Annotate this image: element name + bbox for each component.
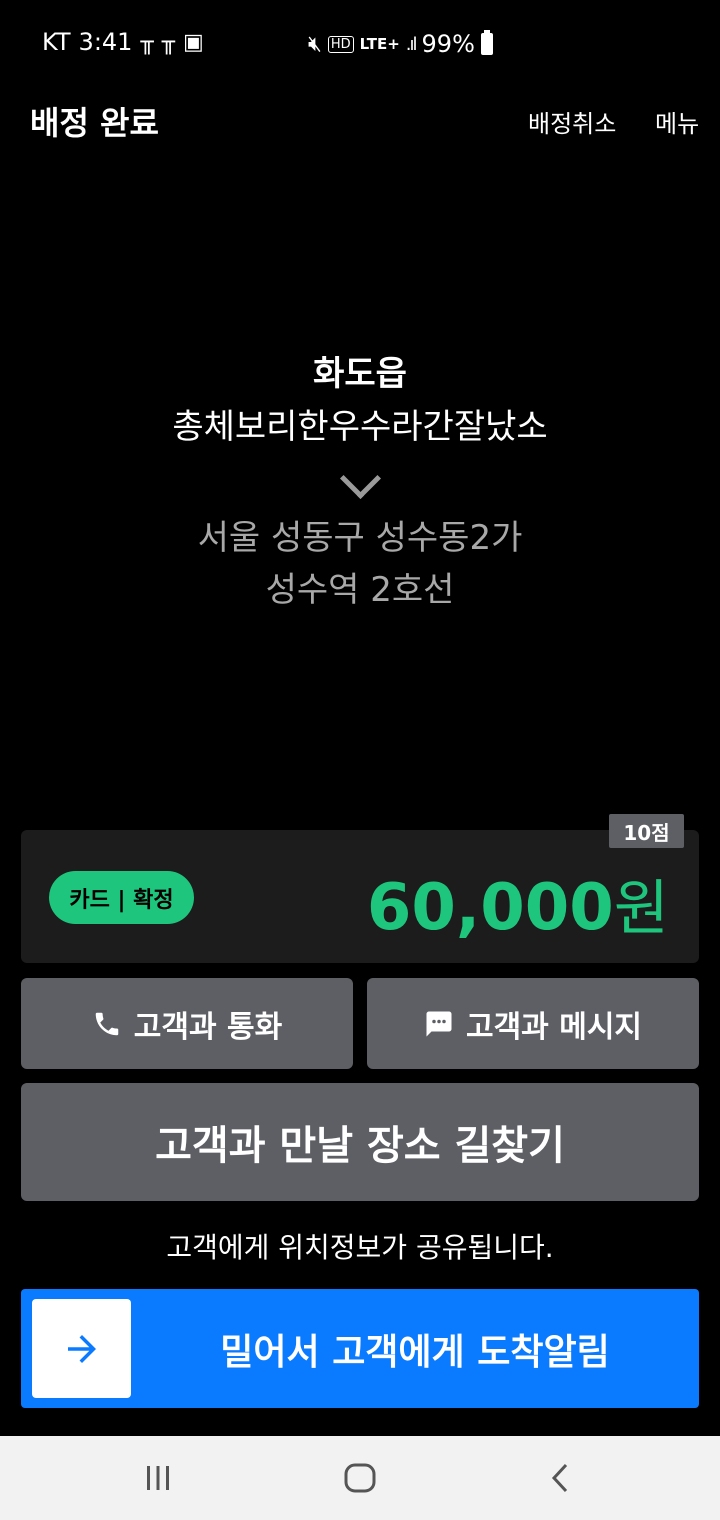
cancel-assignment-button[interactable]: 배정취소 xyxy=(528,104,616,139)
menu-button[interactable]: 메뉴 xyxy=(655,104,699,139)
status-left: KT 3:41 ╥ ╥ ▣ xyxy=(42,28,204,56)
call-label: 고객과 통화 xyxy=(133,1009,283,1045)
navigate-to-meeting-point-button[interactable]: 고객과 만날 장소 길찾기 xyxy=(21,1083,699,1201)
message-customer-button[interactable]: 고객과 메시지 xyxy=(367,978,699,1069)
payment-badge: 카드 | 확정 xyxy=(49,871,194,924)
carrier: KT xyxy=(42,28,71,56)
fare-amount: 60,000 원 xyxy=(367,860,669,947)
route-info: 화도읍 총체보리한우수라간잘났소 서울 성동구 성수동2가 성수역 2호선 xyxy=(0,348,720,616)
slide-to-notify-arrival[interactable]: 밀어서 고객에게 도착알림 xyxy=(21,1289,699,1408)
message-label: 고객과 메시지 xyxy=(465,1009,643,1045)
mute-icon: 🔇︎ xyxy=(308,31,322,57)
location-share-note: 고객에게 위치정보가 공유됩니다. xyxy=(166,1231,554,1264)
hd-icon: HD xyxy=(327,35,354,53)
notification-app-icon: ▣ xyxy=(182,29,204,55)
arrow-right-icon xyxy=(67,1334,96,1363)
battery-level: 99% xyxy=(421,30,475,58)
back-icon[interactable] xyxy=(540,1458,580,1498)
slide-label: 밀어서 고객에게 도착알림 xyxy=(220,1331,610,1373)
status-icons: 🔇︎ HD LTE+ .ıl 99% xyxy=(308,30,493,58)
network-type: LTE+ xyxy=(359,35,400,53)
phone-icon xyxy=(95,1012,119,1035)
fare-unit: 원 xyxy=(613,874,669,944)
home-icon[interactable] xyxy=(338,1458,382,1498)
slide-handle[interactable] xyxy=(32,1299,131,1398)
destination-line-1: 서울 성동구 성수동2가 xyxy=(197,518,523,558)
battery-icon xyxy=(480,30,493,55)
destination-line-2: 성수역 2호선 xyxy=(265,570,455,610)
score-badge: 10점 xyxy=(609,814,684,848)
pickup-name: 총체보리한우수라간잘났소 xyxy=(172,407,548,447)
app-header: 배정 완료 배정취소 메뉴 xyxy=(0,90,720,150)
message-icon xyxy=(426,1011,452,1036)
clock: 3:41 xyxy=(78,28,133,56)
fare-value: 60,000 xyxy=(366,871,614,945)
chevron-down-icon xyxy=(340,464,380,504)
notification-t-icon: ╥ xyxy=(140,29,154,55)
call-customer-button[interactable]: 고객과 통화 xyxy=(21,978,353,1069)
notification-t-icon: ╥ xyxy=(161,29,175,55)
status-bar: KT 3:41 ╥ ╥ ▣ 🔇︎ HD LTE+ .ıl 99% xyxy=(0,0,720,86)
pickup-area: 화도읍 xyxy=(313,354,407,394)
system-navigation-bar xyxy=(0,1436,720,1520)
recents-icon[interactable] xyxy=(138,1458,178,1498)
signal-icon: .ıl xyxy=(405,33,418,55)
fare-card: 10점 카드 | 확정 60,000 원 xyxy=(21,814,699,963)
page-title: 배정 완료 xyxy=(30,104,159,142)
